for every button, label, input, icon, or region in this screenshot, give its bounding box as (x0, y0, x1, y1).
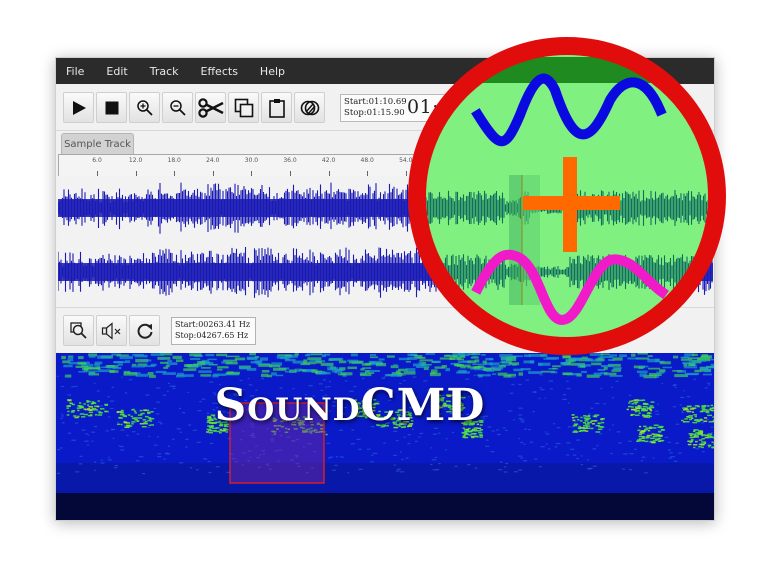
ruler-tick-label: 24.0 (206, 157, 220, 164)
zoom-in-button[interactable] (129, 92, 160, 123)
selection-start: Start:01:10.69 (344, 97, 407, 107)
ruler-tick-label: 6.0 (92, 157, 102, 164)
zoom-in-icon (136, 99, 153, 116)
frequency-range-display: Start:00263.41 Hz Stop:04267.65 Hz (171, 317, 256, 345)
ruler-tick-label: 54.0 (399, 157, 413, 164)
frequency-stop: Stop:04267.65 Hz (175, 331, 249, 340)
waveform-core-1 (58, 199, 713, 217)
copy-icon (234, 98, 253, 117)
tab-sample-track[interactable]: Sample Track (61, 133, 134, 154)
zoom-region-icon (69, 321, 87, 339)
ruler-tick-label: 1:4 (709, 157, 714, 164)
mix-icon (300, 100, 319, 115)
play-button[interactable] (63, 92, 94, 123)
ruler-tick-label: 48.0 (360, 157, 374, 164)
scissors-icon (197, 97, 224, 118)
zoom-out-button[interactable] (162, 92, 193, 123)
ruler-tick-label: 36.0 (283, 157, 297, 164)
stop-button[interactable] (96, 92, 127, 123)
waveform-area[interactable] (57, 176, 713, 306)
ruler-tick-label: 1:36.0 (666, 157, 686, 164)
refresh-icon (137, 323, 152, 339)
ruler-tick-label: 1:18.0 (550, 157, 570, 164)
ruler-tick-label: 1:0.0 (436, 157, 453, 164)
selection-time-display: Start:01:10.69 Stop:01:15.90 01:13.89 (340, 94, 495, 122)
app-window: File Edit Track Effects Help Start:01:10… (55, 57, 715, 521)
volume-control: Volume (492, 85, 574, 124)
spectrogram-low-band (56, 493, 714, 520)
stop-icon (105, 101, 118, 114)
spectrogram-image (56, 353, 714, 520)
spectrogram[interactable] (56, 353, 714, 520)
ruler-tick-label: 12.0 (128, 157, 143, 164)
menu-edit[interactable]: Edit (95, 65, 138, 78)
waveform (57, 182, 713, 298)
menu-bar: File Edit Track Effects Help (56, 58, 714, 84)
menu-effects[interactable]: Effects (190, 65, 249, 78)
ruler-tick-label: 1:30.0 (627, 157, 647, 164)
toolbar: Start:01:10.69 Stop:01:15.90 01:13.89 Vo… (56, 84, 714, 131)
menu-track[interactable]: Track (139, 65, 190, 78)
waveform-core-2 (58, 263, 713, 281)
clipboard-icon (268, 98, 285, 118)
brand-title: SoundCMD (214, 380, 486, 431)
volume-slider[interactable] (499, 105, 565, 114)
refresh-button[interactable] (129, 315, 160, 346)
selection-stop: Stop:01:15.90 (344, 108, 405, 118)
volume-thumb[interactable] (521, 105, 529, 114)
volume-label: Volume (496, 85, 534, 95)
frequency-start: Start:00263.41 Hz (175, 320, 251, 329)
menu-file[interactable]: File (56, 65, 95, 78)
zoom-out-icon (169, 99, 186, 116)
cut-button[interactable] (195, 92, 226, 123)
spectrogram-toolbar: Start:00263.41 Hz Stop:04267.65 Hz (56, 307, 714, 353)
zoom-selection-button[interactable] (63, 315, 94, 346)
mix-button[interactable] (294, 92, 325, 123)
current-time: 01:13.89 (407, 96, 496, 118)
speaker-mute-icon (101, 321, 120, 340)
menu-help[interactable]: Help (249, 65, 296, 78)
copy-button[interactable] (228, 92, 259, 123)
ruler-tick-label: 18.0 (167, 157, 181, 164)
ruler-tick-label: 30.0 (244, 157, 259, 164)
ruler-tick-label: 1:12.0 (511, 157, 532, 164)
ruler-tick-label: 1:24.0 (589, 157, 609, 164)
play-icon (72, 100, 86, 115)
paste-button[interactable] (261, 92, 292, 123)
time-ruler: 6.0 12.0 18.0 24.0 30.0 36.0 42.0 48.0 54.0 1:0.0… (58, 154, 714, 177)
ruler-tick-label: 42.0 (321, 157, 336, 164)
mute-button[interactable] (96, 315, 127, 346)
ruler-tick-label: 1:6.0 (475, 157, 491, 164)
